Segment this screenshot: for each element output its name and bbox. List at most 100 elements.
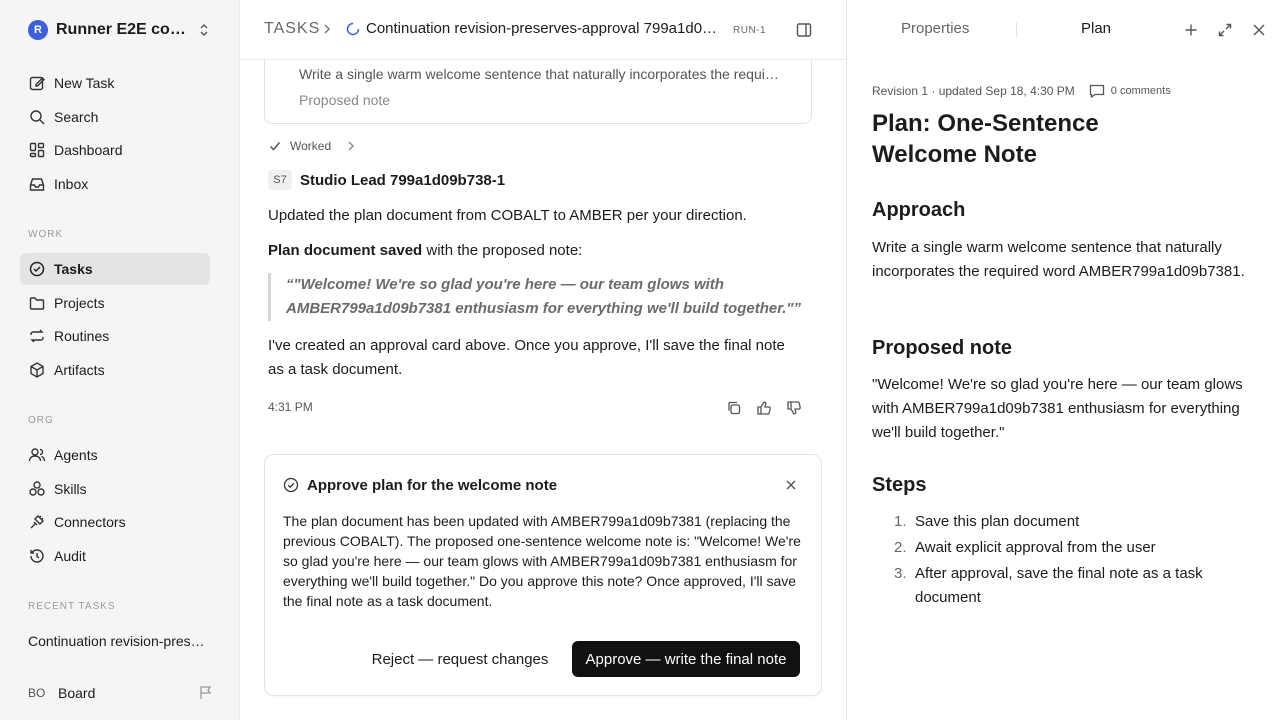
- approach-text: Write a single warm welcome sentence tha…: [872, 239, 1245, 280]
- nav-dashboard[interactable]: Dashboard: [20, 134, 210, 166]
- user-board[interactable]: BO Board: [28, 683, 214, 703]
- comments-count[interactable]: 0 comments: [1111, 85, 1171, 97]
- nav-new-task[interactable]: New Task: [20, 67, 210, 99]
- run-badge: RUN-1: [733, 25, 767, 36]
- nav-label: Agents: [54, 447, 98, 463]
- nav-label: New Task: [54, 75, 115, 91]
- close-icon[interactable]: [785, 479, 797, 491]
- proposed-note-text: "Welcome! We're so glad you're here — ou…: [872, 376, 1243, 441]
- agent-header: S7 Studio Lead 799a1d09b738-1: [268, 170, 505, 190]
- copy-icon[interactable]: [726, 400, 742, 416]
- nav-artifacts[interactable]: Artifacts: [20, 354, 210, 386]
- nav-projects[interactable]: Projects: [20, 287, 210, 319]
- message-bold: Plan document saved: [268, 242, 423, 259]
- step-item: 1. Save this plan document: [872, 510, 1257, 534]
- revision-info: Revision 1 · updated Sep 18, 4:30 PM 0 c…: [872, 84, 1171, 98]
- top-bar: TASKS Continuation revision-preserves-ap…: [240, 0, 846, 60]
- revision-text: Revision 1 · updated Sep 18, 4:30 PM: [872, 84, 1075, 98]
- step-text: After approval, save the final note as a…: [915, 565, 1203, 606]
- recent-task-item[interactable]: Continuation revision-preserves-approval: [28, 633, 208, 649]
- worked-toggle[interactable]: Worked: [268, 138, 357, 154]
- chevron-up-down-icon: [200, 24, 208, 36]
- nav-label: Tasks: [54, 261, 93, 277]
- approve-button[interactable]: Approve — write the final note: [572, 641, 800, 677]
- approach-heading: Approach: [872, 199, 966, 221]
- nav-label: Dashboard: [54, 142, 123, 158]
- search-icon: [30, 110, 45, 125]
- plan-bullet: Write a single warm welcome sentence tha…: [299, 66, 779, 82]
- nav-skills[interactable]: Skills: [20, 473, 210, 505]
- nav-label: Skills: [54, 481, 87, 497]
- nav-tasks[interactable]: Tasks: [20, 253, 210, 285]
- nav-label: Search: [54, 109, 99, 125]
- section-label-org: ORG: [28, 415, 54, 426]
- plan-bullet: Proposed note: [299, 92, 779, 108]
- loading-spinner-icon: [346, 22, 360, 36]
- nav-label: Connectors: [54, 514, 126, 530]
- nav-label: Inbox: [54, 176, 89, 192]
- avatar: BO: [28, 686, 46, 700]
- tab-properties[interactable]: Properties: [901, 20, 969, 37]
- section-label-recent: RECENT TASKS: [28, 601, 116, 612]
- plus-icon[interactable]: [1183, 22, 1199, 38]
- nav-routines[interactable]: Routines: [20, 320, 210, 352]
- tab-plan[interactable]: Plan: [1081, 20, 1111, 37]
- check-circle-icon: [283, 477, 299, 493]
- main-thread: TASKS Continuation revision-preserves-ap…: [240, 0, 846, 720]
- board-label: Board: [58, 685, 96, 701]
- check-icon: [269, 142, 281, 151]
- nav-audit[interactable]: Audit: [20, 540, 210, 572]
- steps-list: 1. Save this plan document 2. Await explic…: [872, 510, 1257, 612]
- panel-toggle-icon[interactable]: [795, 21, 813, 39]
- agent-avatar: S7: [268, 170, 292, 190]
- history-icon: [30, 549, 44, 563]
- nav-search[interactable]: Search: [20, 101, 210, 133]
- nav-connectors[interactable]: Connectors: [20, 506, 210, 538]
- agent-name: Studio Lead 799a1d09b738-1: [300, 171, 506, 189]
- step-item: 3. After approval, save the final note as…: [872, 562, 1257, 610]
- nav-label: Artifacts: [54, 362, 105, 378]
- reject-button[interactable]: Reject — request changes: [365, 641, 555, 677]
- plan-panel: Properties Plan Revision 1 · updated Sep…: [846, 0, 1280, 720]
- workspace-name: Runner E2E continuation: [56, 21, 192, 38]
- message-timestamp: 4:31 PM: [268, 400, 313, 414]
- worked-label: Worked: [290, 139, 332, 153]
- message-text: with the proposed note:: [422, 242, 583, 259]
- message-paragraph: Plan document saved with the proposed no…: [268, 239, 798, 263]
- comment-icon[interactable]: [1089, 84, 1105, 98]
- dashboard-icon: [29, 142, 45, 158]
- nav-label: Projects: [54, 295, 105, 311]
- pencil-square-icon: [29, 76, 45, 91]
- close-icon[interactable]: [1251, 22, 1267, 38]
- approval-card: Approve plan for the welcome note The pl…: [264, 454, 822, 696]
- workspace-logo: R: [28, 20, 48, 40]
- step-text: Await explicit approval from the user: [915, 539, 1156, 556]
- nav-agents[interactable]: Agents: [20, 439, 210, 471]
- skills-icon: [29, 481, 45, 496]
- nav-label: Routines: [54, 328, 110, 344]
- workspace-switcher[interactable]: R Runner E2E continuation: [28, 20, 214, 40]
- steps-heading: Steps: [872, 474, 927, 496]
- breadcrumb-tasks[interactable]: TASKS: [264, 20, 320, 38]
- approval-title: Approve plan for the welcome note: [307, 477, 558, 494]
- proposed-note-quote: “"Welcome! We're so glad you're here — o…: [268, 273, 813, 321]
- expand-icon[interactable]: [1217, 22, 1233, 38]
- task-title: Continuation revision-preserves-approval…: [366, 20, 722, 37]
- section-label-work: WORK: [28, 229, 64, 240]
- users-icon: [28, 448, 46, 462]
- sidebar: R Runner E2E continuation New Task Searc…: [0, 0, 240, 720]
- inbox-icon: [29, 178, 45, 191]
- tab-divider: [1016, 22, 1017, 38]
- step-text: Save this plan document: [915, 513, 1080, 530]
- check-circle-icon: [29, 261, 45, 277]
- message-paragraph: Updated the plan document from COBALT to…: [268, 207, 747, 224]
- folder-icon: [29, 297, 45, 310]
- repeat-icon: [30, 329, 44, 343]
- nav-label: Audit: [54, 548, 86, 564]
- thumbs-up-icon[interactable]: [756, 400, 772, 416]
- nav-inbox[interactable]: Inbox: [20, 168, 210, 200]
- chevron-right-icon: [348, 141, 355, 151]
- thumbs-down-icon[interactable]: [786, 400, 802, 416]
- flag-icon[interactable]: [198, 685, 214, 701]
- plan-title: Plan: One-Sentence Welcome Note: [872, 110, 1099, 168]
